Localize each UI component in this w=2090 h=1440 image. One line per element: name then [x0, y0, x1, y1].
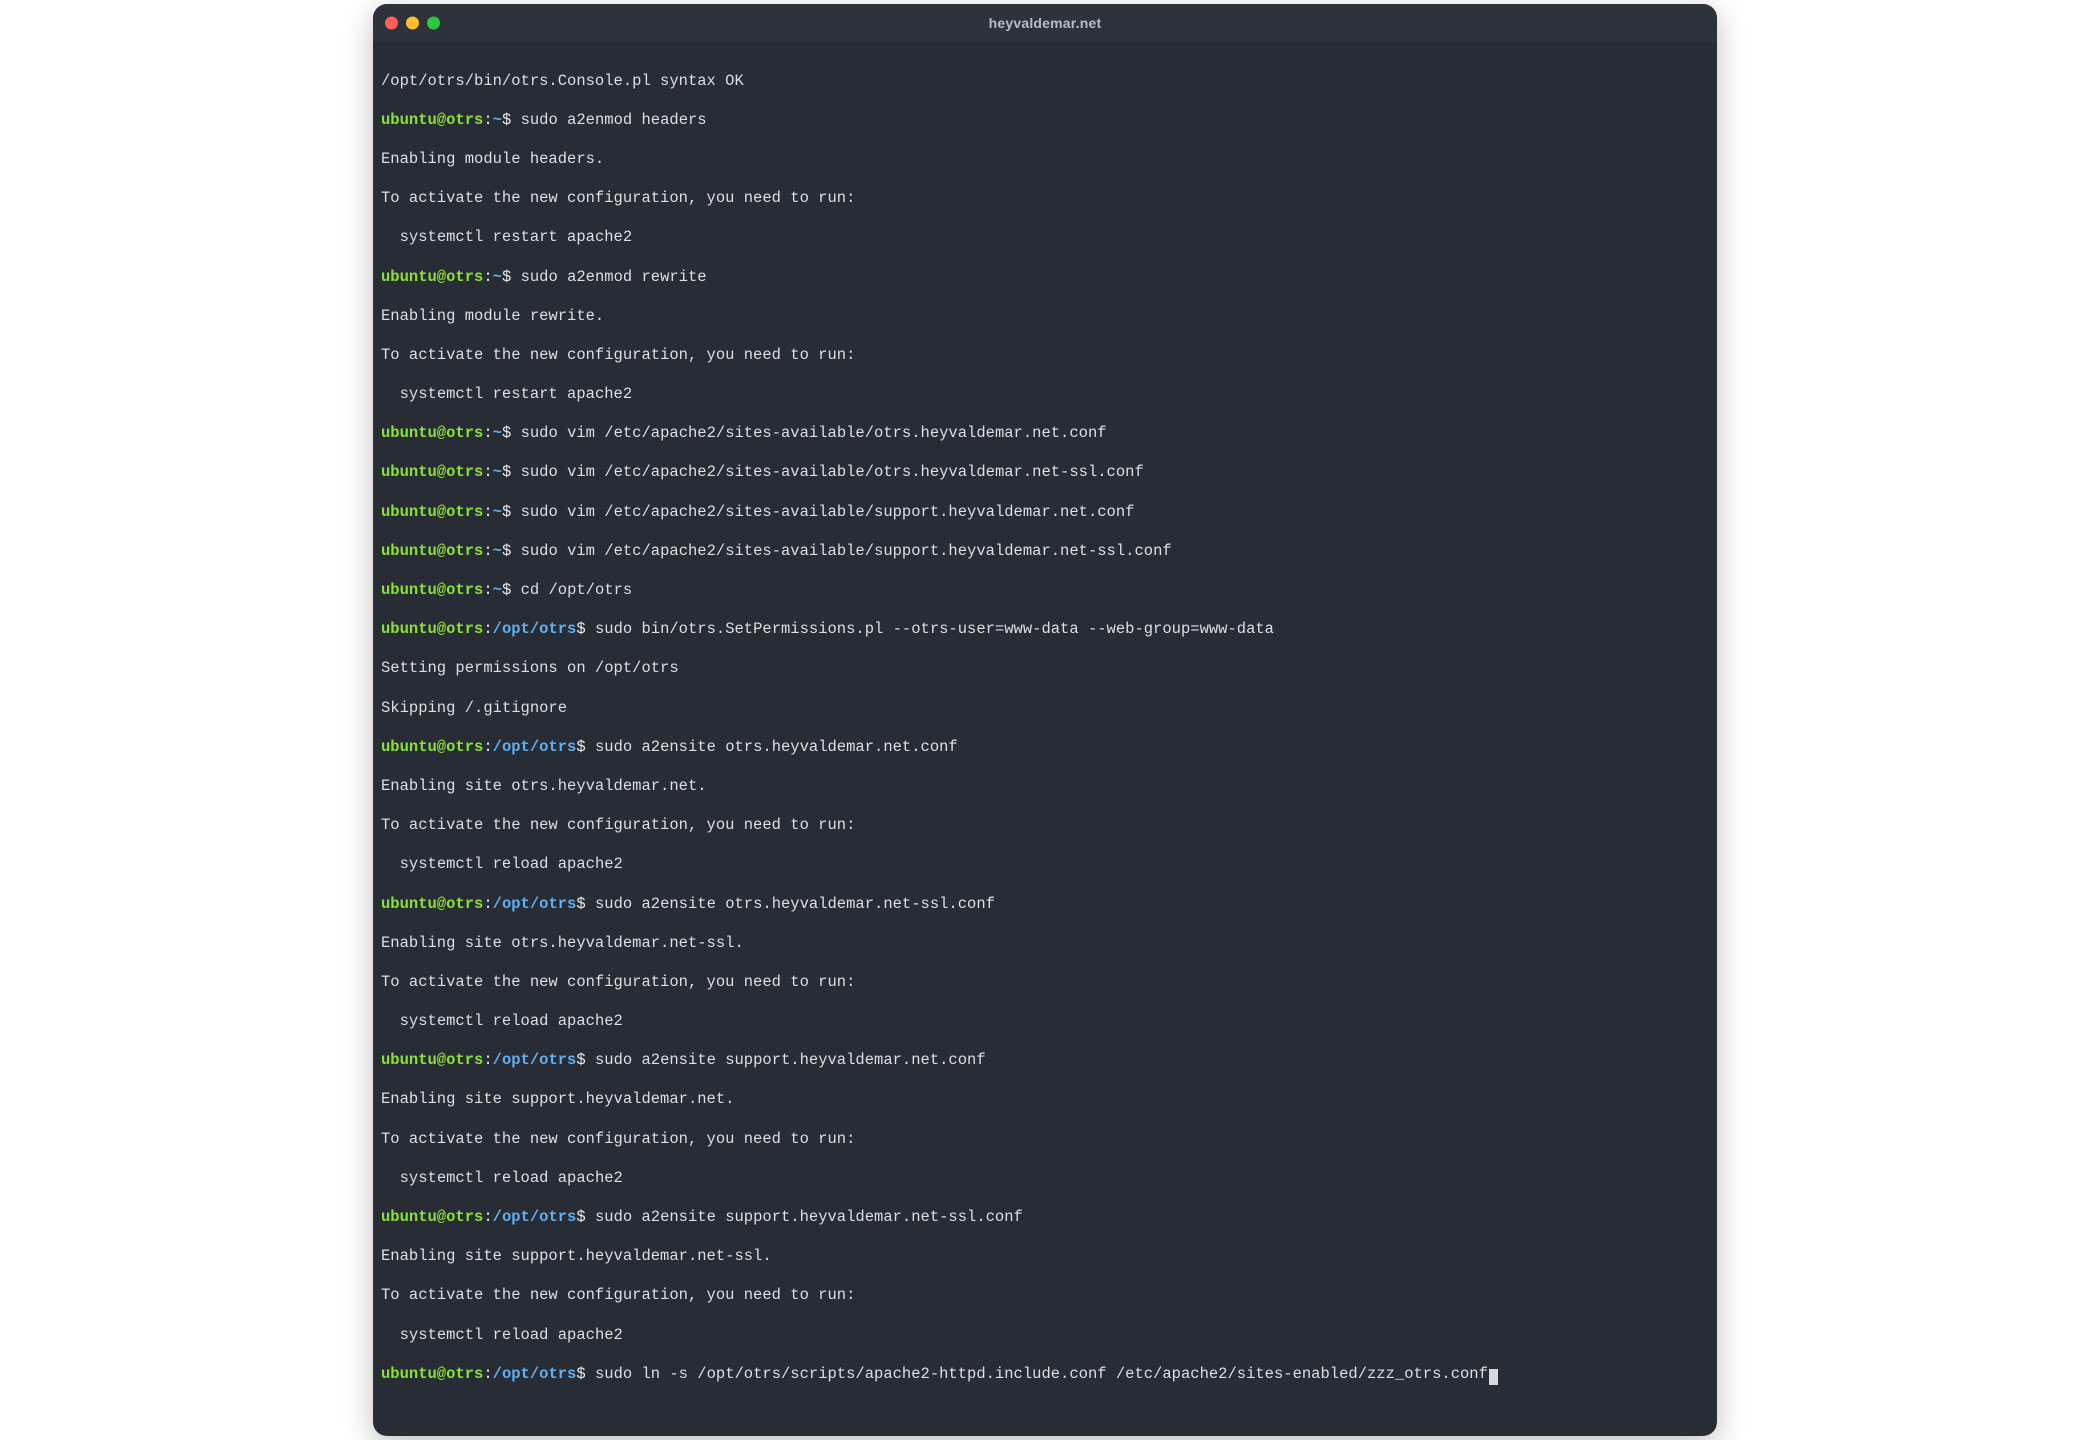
window-controls [385, 17, 440, 30]
command-text: sudo vim /etc/apache2/sites-available/ot… [521, 463, 1144, 481]
output-line: Setting permissions on /opt/otrs [381, 659, 1709, 679]
prompt-line: ubuntu@otrs:~$ cd /opt/otrs [381, 581, 1709, 601]
prompt-line: ubuntu@otrs:~$ sudo a2enmod rewrite [381, 268, 1709, 288]
command-text: sudo bin/otrs.SetPermissions.pl --otrs-u… [595, 620, 1274, 638]
command-text: sudo a2ensite support.heyvaldemar.net.co… [595, 1051, 986, 1069]
command-text: sudo a2enmod headers [521, 111, 707, 129]
command-text: sudo a2ensite otrs.heyvaldemar.net.conf [595, 738, 958, 756]
titlebar: heyvaldemar.net [373, 4, 1717, 42]
output-line: systemctl restart apache2 [381, 228, 1709, 248]
command-text: cd /opt/otrs [521, 581, 633, 599]
output-line: Skipping /.gitignore [381, 699, 1709, 719]
maximize-icon[interactable] [427, 17, 440, 30]
command-text: sudo vim /etc/apache2/sites-available/su… [521, 503, 1135, 521]
command-text: sudo a2ensite otrs.heyvaldemar.net-ssl.c… [595, 895, 995, 913]
cursor-icon [1489, 1369, 1498, 1385]
output-line: /opt/otrs/bin/otrs.Console.pl syntax OK [381, 72, 1709, 92]
output-line: Enabling module rewrite. [381, 307, 1709, 327]
output-line: To activate the new configuration, you n… [381, 1286, 1709, 1306]
output-line: systemctl restart apache2 [381, 385, 1709, 405]
output-line: Enabling module headers. [381, 150, 1709, 170]
command-text: sudo a2ensite support.heyvaldemar.net-ss… [595, 1208, 1023, 1226]
command-text: sudo vim /etc/apache2/sites-available/su… [521, 542, 1172, 560]
output-line: Enabling site otrs.heyvaldemar.net. [381, 777, 1709, 797]
terminal-body[interactable]: /opt/otrs/bin/otrs.Console.pl syntax OK … [373, 42, 1717, 1436]
prompt-line: ubuntu@otrs:~$ sudo vim /etc/apache2/sit… [381, 463, 1709, 483]
prompt-line: ubuntu@otrs:/opt/otrs$ sudo a2ensite sup… [381, 1051, 1709, 1071]
window-title: heyvaldemar.net [373, 15, 1717, 31]
prompt-line: ubuntu@otrs:/opt/otrs$ sudo a2ensite otr… [381, 738, 1709, 758]
prompt-line: ubuntu@otrs:~$ sudo a2enmod headers [381, 111, 1709, 131]
command-text: sudo a2enmod rewrite [521, 268, 707, 286]
minimize-icon[interactable] [406, 17, 419, 30]
output-line: To activate the new configuration, you n… [381, 189, 1709, 209]
output-line: systemctl reload apache2 [381, 1326, 1709, 1346]
command-text: sudo ln -s /opt/otrs/scripts/apache2-htt… [595, 1365, 1488, 1383]
output-line: To activate the new configuration, you n… [381, 816, 1709, 836]
terminal-window: heyvaldemar.net /opt/otrs/bin/otrs.Conso… [373, 4, 1717, 1436]
output-line: Enabling site support.heyvaldemar.net. [381, 1090, 1709, 1110]
output-line: systemctl reload apache2 [381, 1169, 1709, 1189]
prompt-line: ubuntu@otrs:/opt/otrs$ sudo a2ensite sup… [381, 1208, 1709, 1228]
output-line: To activate the new configuration, you n… [381, 973, 1709, 993]
prompt-line: ubuntu@otrs:/opt/otrs$ sudo ln -s /opt/o… [381, 1365, 1709, 1385]
prompt-line: ubuntu@otrs:/opt/otrs$ sudo bin/otrs.Set… [381, 620, 1709, 640]
close-icon[interactable] [385, 17, 398, 30]
prompt-line: ubuntu@otrs:~$ sudo vim /etc/apache2/sit… [381, 424, 1709, 444]
output-line: To activate the new configuration, you n… [381, 1130, 1709, 1150]
prompt-line: ubuntu@otrs:/opt/otrs$ sudo a2ensite otr… [381, 895, 1709, 915]
prompt-line: ubuntu@otrs:~$ sudo vim /etc/apache2/sit… [381, 542, 1709, 562]
output-line: systemctl reload apache2 [381, 1012, 1709, 1032]
output-line: Enabling site otrs.heyvaldemar.net-ssl. [381, 934, 1709, 954]
output-line: To activate the new configuration, you n… [381, 346, 1709, 366]
command-text: sudo vim /etc/apache2/sites-available/ot… [521, 424, 1107, 442]
prompt-line: ubuntu@otrs:~$ sudo vim /etc/apache2/sit… [381, 503, 1709, 523]
output-line: Enabling site support.heyvaldemar.net-ss… [381, 1247, 1709, 1267]
output-line: systemctl reload apache2 [381, 855, 1709, 875]
